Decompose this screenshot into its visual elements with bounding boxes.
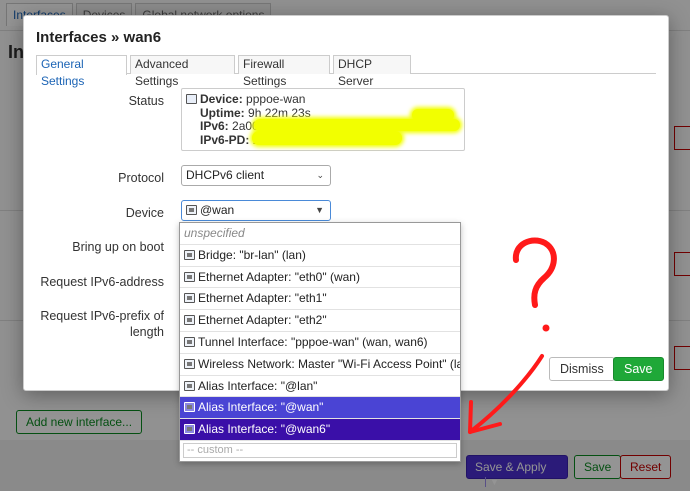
wifi-icon	[184, 358, 195, 369]
yellow-redaction	[252, 131, 402, 145]
tab-general-settings[interactable]: General Settings	[36, 55, 127, 88]
tab-advanced-settings[interactable]: Advanced Settings	[130, 55, 235, 88]
custom-device-input[interactable]: -- custom --	[183, 442, 457, 458]
option-label: Tunnel Interface: "pppoe-wan" (wan, wan6…	[198, 334, 428, 349]
tunnel-icon	[184, 336, 195, 347]
status-device-key: Device:	[200, 92, 243, 106]
status-device: Device: pppoe-wan	[200, 92, 311, 107]
dropdown-option-bridge[interactable]: Bridge: "br-lan" (lan)	[180, 245, 460, 267]
ethernet-icon	[184, 293, 195, 304]
status-ipv6-key: IPv6:	[200, 119, 229, 133]
device-dropdown-list: unspecified Bridge: "br-lan" (lan) Ether…	[179, 222, 461, 462]
option-label: unspecified	[184, 226, 245, 240]
option-label: Alias Interface: "@wan"	[198, 400, 324, 415]
option-label: Alias Interface: "@wan6"	[198, 422, 331, 437]
dropdown-option-wireless[interactable]: Wireless Network: Master "Wi-Fi Access P…	[180, 354, 460, 376]
dropdown-option-unspecified[interactable]: unspecified	[180, 223, 460, 245]
modal-title: Interfaces » wan6	[36, 29, 162, 46]
protocol-select[interactable]: DHCPv6 client ⌄	[181, 165, 331, 186]
request-ipv6-prefix-label: Request IPv6-prefix of length	[40, 308, 164, 340]
network-device-icon	[186, 94, 197, 104]
status-device-value: pppoe-wan	[246, 92, 306, 106]
option-label: Alias Interface: "@lan"	[198, 378, 318, 393]
status-uptime-key: Uptime:	[200, 105, 245, 120]
dropdown-option-alias-lan[interactable]: Alias Interface: "@lan"	[180, 376, 460, 398]
tab-firewall-settings[interactable]: Firewall Settings	[238, 55, 330, 88]
ethernet-icon	[184, 271, 195, 282]
device-select-value: @wan	[200, 203, 235, 217]
tab-dhcp-server[interactable]: DHCP Server	[333, 55, 411, 88]
option-label: Wireless Network: Master "Wi-Fi Access P…	[198, 356, 460, 371]
status-ipv6pd-key: IPv6-PD:	[200, 132, 250, 147]
dropdown-option-eth1[interactable]: Ethernet Adapter: "eth1"	[180, 288, 460, 311]
request-ipv6-prefix-label-line2: length	[129, 325, 164, 339]
bridge-icon	[184, 249, 195, 260]
dropdown-option-alias-wan[interactable]: Alias Interface: "@wan"	[180, 397, 460, 420]
caret-down-icon: ▼	[315, 205, 324, 215]
dropdown-option-eth2[interactable]: Ethernet Adapter: "eth2"	[180, 310, 460, 332]
request-ipv6-prefix-label-line1: Request IPv6-prefix of	[40, 309, 164, 323]
modal-tabs: General Settings Advanced Settings Firew…	[36, 55, 656, 88]
device-select[interactable]: @wan ▼	[181, 200, 331, 221]
ethernet-icon	[184, 315, 195, 326]
chevron-down-icon: ⌄	[316, 170, 324, 180]
dismiss-button[interactable]: Dismiss	[549, 357, 615, 381]
save-button[interactable]: Save	[613, 357, 664, 381]
alias-interface-icon	[184, 402, 195, 413]
status-box: Device: pppoe-wan Uptime: 9h 22m 23s IPv…	[181, 88, 465, 151]
dropdown-option-alias-wan6[interactable]: Alias Interface: "@wan6"	[180, 419, 460, 441]
option-label: Ethernet Adapter: "eth0" (wan)	[198, 269, 360, 284]
device-label: Device	[125, 206, 164, 220]
status-uptime-value: 9h 22m 23s	[248, 105, 311, 120]
alias-interface-icon	[184, 424, 195, 435]
option-label: Ethernet Adapter: "eth1"	[198, 291, 327, 306]
alias-interface-icon	[184, 380, 195, 391]
bring-up-on-boot-label: Bring up on boot	[72, 240, 164, 254]
status-uptime: Uptime: 9h 22m 23s	[200, 105, 311, 121]
option-label: Ethernet Adapter: "eth2"	[198, 313, 327, 328]
protocol-label: Protocol	[118, 171, 164, 185]
alias-interface-icon	[186, 205, 197, 215]
dropdown-option-eth0[interactable]: Ethernet Adapter: "eth0" (wan)	[180, 267, 460, 289]
yellow-redaction	[412, 109, 454, 121]
request-ipv6-address-label: Request IPv6-address	[40, 275, 164, 289]
option-label: Bridge: "br-lan" (lan)	[198, 247, 306, 262]
dropdown-option-tunnel[interactable]: Tunnel Interface: "pppoe-wan" (wan, wan6…	[180, 332, 460, 354]
status-label: Status	[128, 94, 164, 108]
protocol-select-value: DHCPv6 client	[186, 168, 265, 182]
